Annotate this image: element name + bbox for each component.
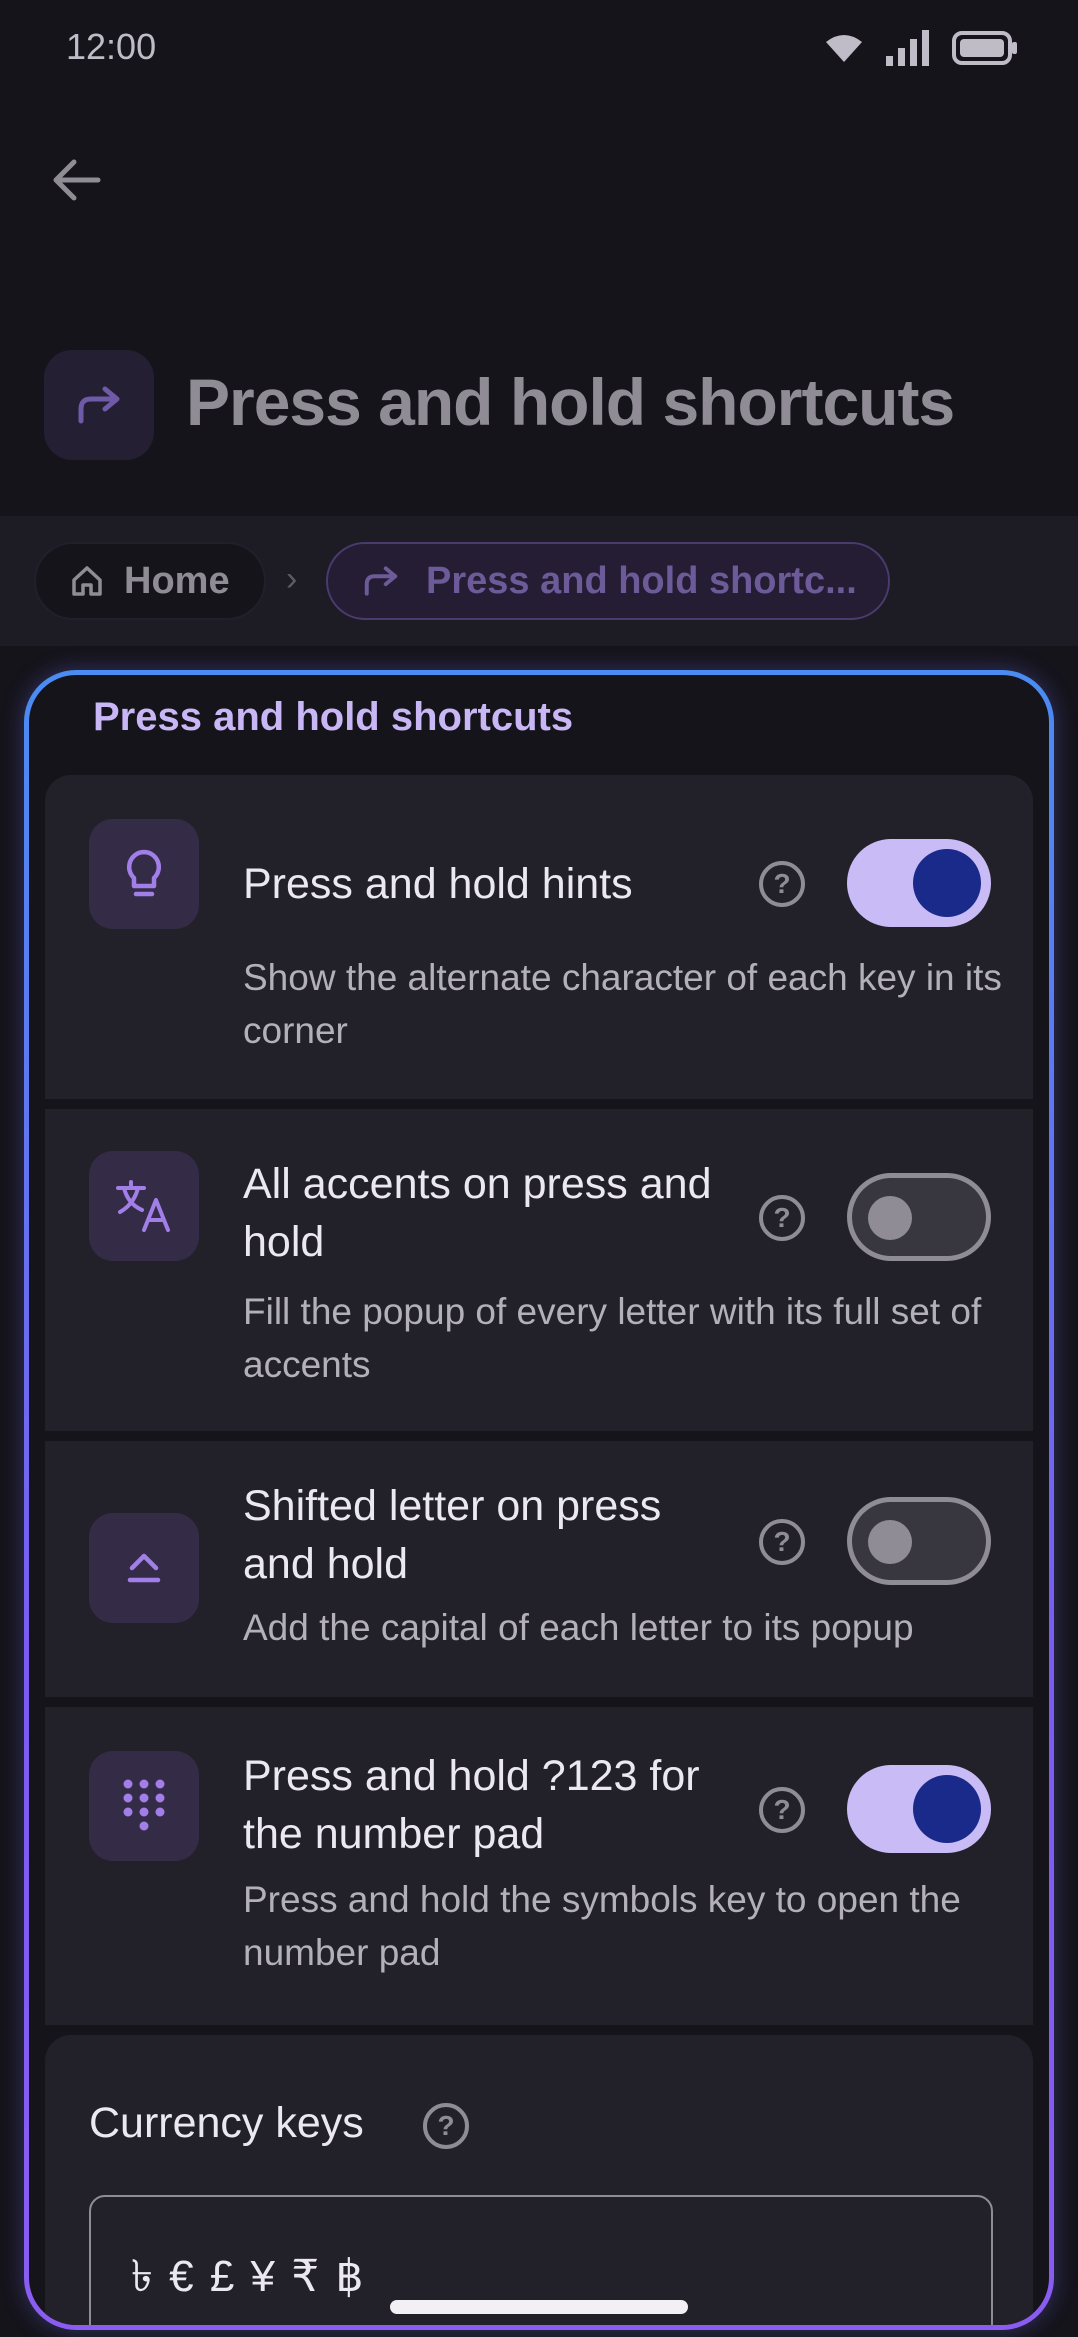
status-icons — [824, 30, 1018, 66]
currency-keys-value: ৳ € £ ¥ ₹ ฿ — [131, 2252, 366, 2301]
setting-title: Press and hold hints — [243, 860, 633, 908]
setting-row-shifted[interactable]: Shifted letter on press and hold ? Add t… — [45, 1441, 1033, 1697]
redo-arrow-icon — [78, 386, 120, 424]
toggle-knob — [913, 849, 981, 917]
svg-text:?: ? — [773, 1526, 790, 1557]
currency-label: Currency keys — [89, 2099, 364, 2147]
toggle-knob — [868, 1196, 912, 1240]
svg-text:?: ? — [437, 2110, 454, 2141]
setting-title: Press and hold ?123 for the number pad — [243, 1752, 700, 1858]
hints-toggle[interactable] — [847, 839, 991, 927]
svg-text:?: ? — [773, 868, 790, 899]
setting-title: All accents on press and hold — [243, 1160, 712, 1266]
section-title: Press and hold shortcuts — [93, 695, 574, 739]
shift-icon — [89, 1513, 199, 1623]
page-title: Press and hold shortcuts — [186, 365, 955, 439]
help-icon[interactable]: ? — [757, 1193, 807, 1243]
breadcrumb-home-chip[interactable]: Home — [34, 542, 266, 620]
shifted-toggle[interactable] — [847, 1497, 991, 1585]
setting-row-number-pad[interactable]: Press and hold ?123 for the number pad ?… — [45, 1707, 1033, 2025]
back-button[interactable] — [36, 140, 116, 220]
toggle-knob — [913, 1775, 981, 1843]
setting-description: Add the capital of each letter to its po… — [243, 1607, 914, 1648]
status-bar: 12:00 — [0, 0, 1078, 100]
number-pad-toggle[interactable] — [847, 1765, 991, 1853]
title-icon-container — [44, 350, 154, 460]
battery-icon — [952, 31, 1017, 65]
top-app-bar — [0, 100, 1078, 516]
setting-row-accents[interactable]: All accents on press and hold ? Fill the… — [45, 1109, 1033, 1431]
svg-text:?: ? — [773, 1794, 790, 1825]
breadcrumb-current-label: Press and hold shortc... — [426, 559, 857, 602]
translate-icon — [89, 1151, 199, 1261]
home-icon — [72, 566, 102, 596]
signal-icon — [886, 30, 929, 66]
redo-arrow-icon — [364, 566, 398, 596]
arrow-back-icon — [53, 159, 101, 201]
help-icon[interactable]: ? — [757, 859, 807, 909]
help-icon[interactable]: ? — [421, 2101, 471, 2151]
accents-toggle[interactable] — [847, 1173, 991, 1261]
wifi-icon — [826, 35, 862, 62]
lightbulb-icon — [89, 819, 199, 929]
home-indicator[interactable] — [390, 2300, 688, 2314]
settings-card: Press and hold shortcuts Press and hold … — [24, 670, 1054, 2330]
setting-title: Shifted letter on press and hold — [243, 1482, 662, 1588]
setting-row-hints[interactable]: Press and hold hints ? Show the alternat… — [45, 775, 1033, 1099]
breadcrumb-current-chip[interactable]: Press and hold shortc... — [326, 542, 890, 620]
toggle-knob — [868, 1520, 912, 1564]
setting-description: Fill the popup of every letter with its … — [243, 1291, 982, 1385]
help-icon[interactable]: ? — [757, 1517, 807, 1567]
status-time: 12:00 — [66, 26, 157, 67]
breadcrumb-home-label: Home — [124, 559, 230, 602]
setting-description: Show the alternate character of each key… — [243, 957, 1002, 1051]
help-icon[interactable]: ? — [757, 1785, 807, 1835]
currency-keys-section: Currency keys ? ৳ € £ ¥ ₹ ฿ — [45, 2035, 1033, 2325]
chevron-right-icon: › — [286, 560, 298, 598]
svg-text:?: ? — [773, 1202, 790, 1233]
setting-description: Press and hold the symbols key to open t… — [243, 1879, 961, 1973]
dialpad-icon — [89, 1751, 199, 1861]
